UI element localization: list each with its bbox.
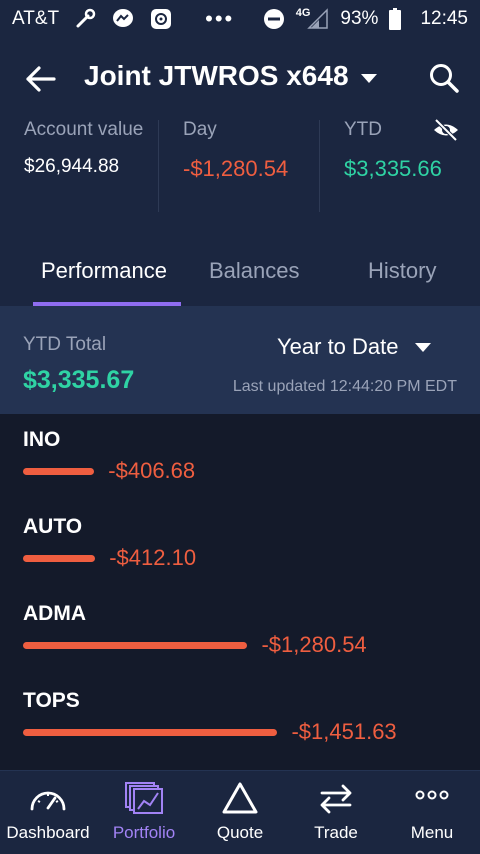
day-label: Day [183,119,217,140]
account-value-label: Account value [24,119,144,140]
performance-amount: -$406.68 [108,458,196,483]
performance-bar [23,468,95,475]
wrench-icon [73,7,97,31]
nav-label: Trade [314,823,358,842]
search-button[interactable] [428,62,460,94]
nav-label: Quote [216,823,264,842]
more-notifications-icon: ••• [205,6,235,31]
carrier-label: AT&T [12,8,60,29]
messenger-icon [111,7,135,31]
eye-off-icon [434,118,458,142]
ticker-symbol: ADMA [23,602,86,625]
back-arrow-icon [26,66,56,92]
ticker-symbol: AUTO [23,515,83,538]
performance-bar [23,555,96,562]
performance-bar [23,729,278,736]
performance-amount: -$1,280.54 [261,632,367,657]
back-button[interactable] [24,64,58,94]
tab-performance[interactable]: Performance [41,258,167,284]
chevron-down-icon [414,342,431,352]
swap-arrows-icon [320,784,352,814]
day-change-stat: Day -$1,280.54 [183,118,288,182]
triangle-icon [222,782,258,814]
battery-icon [388,7,402,31]
nav-dashboard[interactable]: Dashboard [0,771,96,854]
performance-amount: -$1,451.63 [291,719,397,744]
nav-portfolio[interactable]: Portfolio [96,771,192,854]
clock: 12:45 [420,8,468,29]
account-value-stat: Account value $26,944.88 [24,118,154,178]
tab-history[interactable]: History [368,258,436,284]
battery-percent: 93% [340,8,379,29]
account-tabs: Performance Balances History [0,248,480,306]
nav-menu[interactable]: Menu [384,771,480,854]
ticker-symbol: INO [23,428,61,451]
ytd-label: YTD [344,119,382,140]
nav-label: Dashboard [6,823,90,842]
account-selector[interactable]: Joint JTWROS x648 [84,60,377,92]
account-value: $26,944.88 [24,156,120,177]
hide-values-button[interactable] [432,118,460,142]
search-icon [430,64,459,93]
ytd-change-stat: YTD $3,335.66 [344,118,442,182]
stat-divider [319,120,320,212]
account-title: Joint JTWROS x648 [84,60,349,91]
gauge-icon [30,791,66,811]
time-range-dropdown[interactable]: Year to Date [277,334,431,360]
portfolio-icon [125,782,163,814]
holdings-list: INO -$406.68 AUTO -$412.10 ADMA -$1,280.… [0,414,480,770]
ytd-summary: YTD Total $3,335.67 Year to Date Last up… [0,306,480,414]
day-change-value: -$1,280.54 [183,156,289,181]
app-notification-icon [149,7,173,31]
performance-amount: -$412.10 [109,545,197,570]
nav-label: Menu [410,823,454,842]
nav-quote[interactable]: Quote [192,771,288,854]
tab-balances[interactable]: Balances [209,258,300,284]
list-item[interactable]: TOPS -$1,451.63 [0,689,480,769]
stat-divider [158,120,159,212]
time-range-label: Year to Date [277,334,399,359]
list-item[interactable]: ADMA -$1,280.54 [0,602,480,682]
nav-label: Portfolio [112,823,176,842]
chevron-down-icon [360,73,377,83]
account-stats: Account value $26,944.88 Day -$1,280.54 … [0,118,480,214]
bottom-navigation: Dashboard Portfolio Quote Trade Menu [0,770,480,854]
list-item[interactable]: AUTO -$412.10 [0,515,480,595]
status-bar: AT&T ••• 4G 93% 12:45 [0,0,480,38]
network-type: 4G [295,7,311,19]
do-not-disturb-icon [262,7,286,31]
more-dots-icon [415,790,449,800]
ytd-total-value: $3,335.67 [23,366,135,394]
list-item[interactable]: INO -$406.68 [0,428,480,508]
ytd-total-label: YTD Total [23,334,107,355]
ticker-symbol: TOPS [23,689,80,712]
performance-bar [23,642,248,649]
account-header: Joint JTWROS x648 Account value $26,944.… [0,38,480,306]
ytd-change-value: $3,335.66 [344,156,442,181]
nav-trade[interactable]: Trade [288,771,384,854]
last-updated-text: Last updated 12:44:20 PM EDT [232,378,457,395]
